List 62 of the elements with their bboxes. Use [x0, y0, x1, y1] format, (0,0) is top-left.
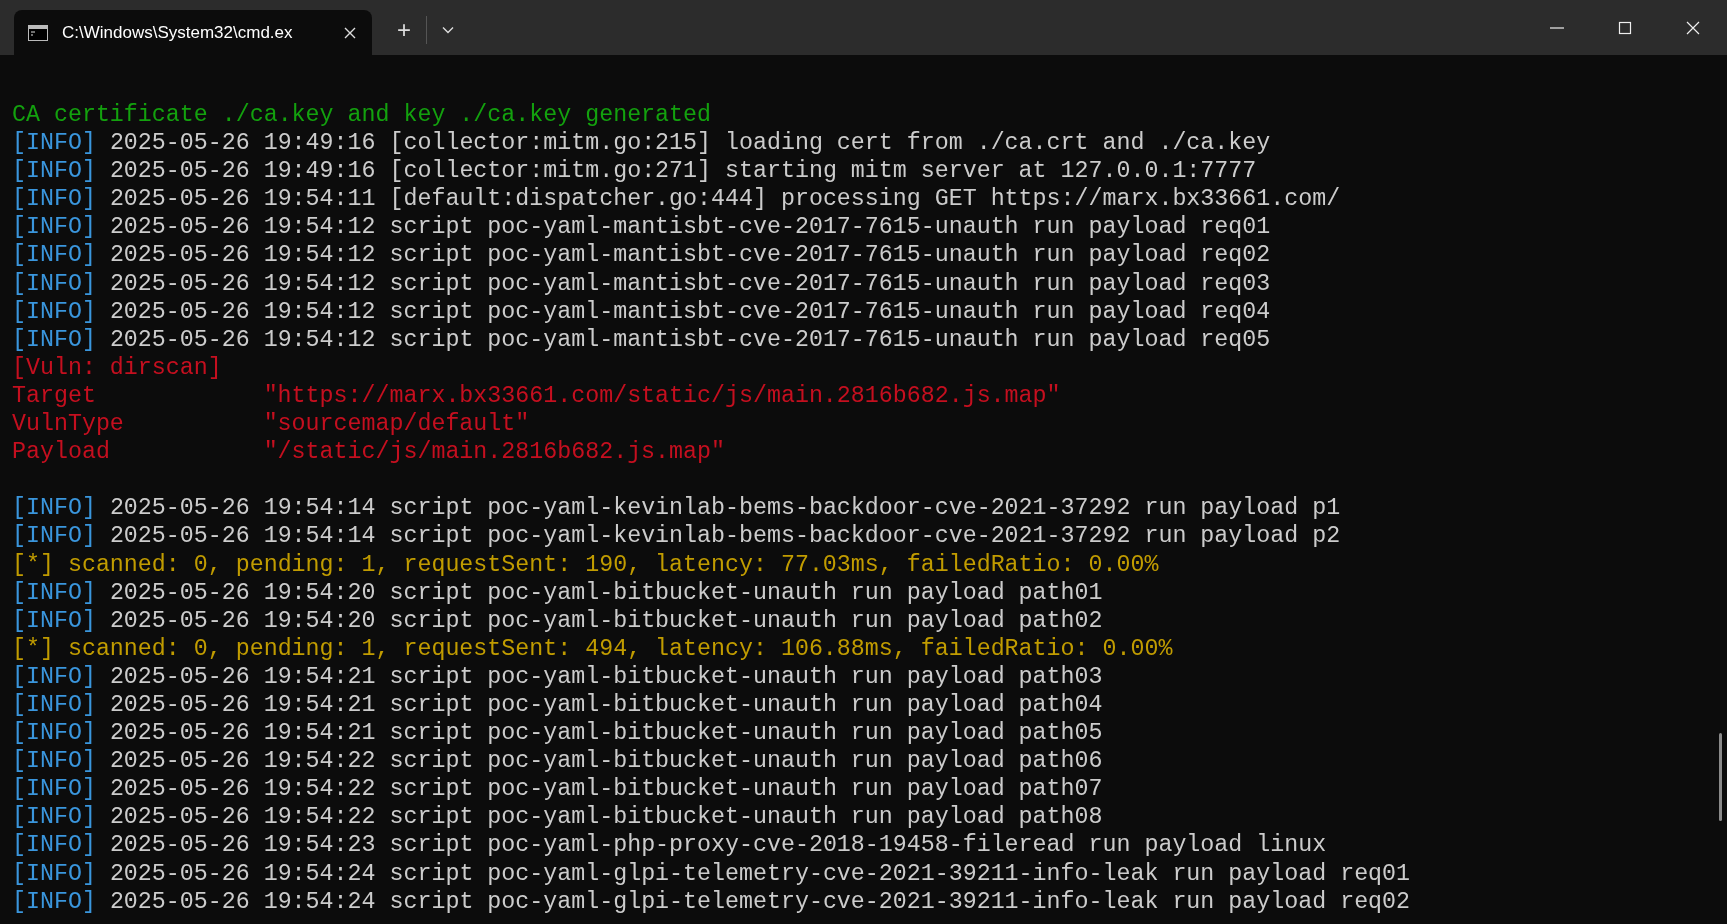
log-level-tag: [INFO]: [12, 607, 96, 634]
log-message: 2025-05-26 19:54:20 script poc-yaml-bitbucket-unauth run payload path01: [109, 579, 1103, 606]
log-level-tag: [INFO]: [12, 326, 96, 353]
log-message: 2025-05-26 19:54:14 script poc-yaml-kevinlab-bems-backdoor-cve-2021-37292 run payload p1: [109, 495, 1341, 522]
log-message: 2025-05-26 19:54:22 script poc-yaml-bitbucket-unauth run payload path06: [109, 748, 1103, 775]
close-icon: [344, 26, 356, 39]
tab-title: C:\Windows\System32\cmd.ex: [62, 22, 294, 43]
log-message: 2025-05-26 19:54:21 script poc-yaml-bitbucket-unauth run payload path04: [109, 691, 1103, 718]
log-level-tag: [INFO]: [12, 242, 96, 269]
log-level-tag: [INFO]: [12, 579, 96, 606]
chevron-down-icon: [442, 26, 454, 34]
log-level-tag: [INFO]: [12, 523, 96, 550]
log-level-tag: [INFO]: [12, 298, 96, 325]
log-message: 2025-05-26 19:54:22 script poc-yaml-bitbucket-unauth run payload path07: [109, 776, 1103, 803]
log-level-tag: [INFO]: [12, 691, 96, 718]
minimize-icon: [1550, 26, 1564, 29]
field-value: "https://marx.bx33661.com/static/js/main.2816b682.js.map": [263, 382, 1061, 409]
log-message: 2025-05-26 19:49:16 [collector:mitm.go:215] loading cert from ./ca.crt and ./ca.key: [109, 130, 1271, 157]
log-message: 2025-05-26 19:54:23 script poc-yaml-php-proxy-cve-2018-19458-fileread run payload linux: [109, 832, 1327, 859]
new-tab-button[interactable]: +: [386, 13, 422, 47]
field-value: "/static/js/main.2816b682.js.map": [263, 439, 725, 466]
log-message: 2025-05-26 19:49:16 [collector:mitm.go:271] starting mitm server at 127.0.0.1:7777: [109, 158, 1257, 185]
log-level-tag: [INFO]: [12, 776, 96, 803]
log-message: 2025-05-26 19:54:12 script poc-yaml-mantisbt-cve-2017-7615-unauth run payload req01: [109, 214, 1271, 241]
status-line: [*] scanned: 0, pending: 1, requestSent: 190, latency: 77.03ms, failedRatio: 0.00%: [12, 551, 1159, 578]
log-level-tag: [INFO]: [12, 748, 96, 775]
log-level-tag: [INFO]: [12, 130, 96, 157]
close-icon: [1686, 20, 1700, 35]
log-level-tag: [INFO]: [12, 214, 96, 241]
log-level-tag: [INFO]: [12, 860, 96, 887]
log-message: 2025-05-26 19:54:12 script poc-yaml-mantisbt-cve-2017-7615-unauth run payload req03: [109, 270, 1271, 297]
log-message: 2025-05-26 19:54:11 [default:dispatcher.go:444] processing GET https://marx.bx33661.com/: [109, 186, 1341, 213]
log-message: 2025-05-26 19:54:12 script poc-yaml-mantisbt-cve-2017-7615-unauth run payload req02: [109, 242, 1271, 269]
log-level-tag: [INFO]: [12, 158, 96, 185]
log-message: 2025-05-26 19:54:20 script poc-yaml-bitbucket-unauth run payload path02: [109, 607, 1103, 634]
log-level-tag: [INFO]: [12, 832, 96, 859]
terminal-icon: [28, 24, 48, 41]
log-line: CA certificate ./ca.key and key ./ca.key generated: [12, 102, 712, 128]
log-message: 2025-05-26 19:54:14 script poc-yaml-kevinlab-bems-backdoor-cve-2021-37292 run payload p2: [109, 523, 1341, 550]
maximize-icon: [1618, 20, 1632, 35]
vuln-header: [Vuln: dirscan]: [12, 354, 222, 381]
log-level-tag: [INFO]: [12, 888, 96, 915]
log-level-tag: [INFO]: [12, 804, 96, 831]
log-message: 2025-05-26 19:54:12 script poc-yaml-mantisbt-cve-2017-7615-unauth run payload req05: [109, 326, 1271, 353]
log-message: 2025-05-26 19:54:21 script poc-yaml-bitbucket-unauth run payload path05: [109, 720, 1103, 747]
field-value: "sourcemap/default": [263, 411, 530, 438]
log-message: 2025-05-26 19:54:24 script poc-yaml-glpi-telemetry-cve-2021-39211-info-leak run payload req02: [109, 888, 1411, 915]
log-level-tag: [INFO]: [12, 270, 96, 297]
log-message: 2025-05-26 19:54:12 script poc-yaml-mantisbt-cve-2017-7615-unauth run payload req04: [109, 298, 1271, 325]
log-message: 2025-05-26 19:54:24 script poc-yaml-glpi-telemetry-cve-2021-39211-info-leak run payload req01: [109, 860, 1411, 887]
field-label: VulnType: [12, 410, 125, 439]
log-level-tag: [INFO]: [12, 663, 96, 690]
terminal-tab[interactable]: C:\Windows\System32\cmd.ex: [14, 10, 372, 55]
status-line: [*] scanned: 0, pending: 1, requestSent: 494, latency: 106.88ms, failedRatio: 0.00%: [12, 635, 1173, 662]
log-message: 2025-05-26 19:54:22 script poc-yaml-bitbucket-unauth run payload path08: [109, 804, 1103, 831]
log-level-tag: [INFO]: [12, 495, 96, 522]
field-label: Payload: [12, 438, 111, 467]
scrollbar-thumb[interactable]: [1719, 733, 1722, 821]
log-level-tag: [INFO]: [12, 186, 96, 213]
log-message: 2025-05-26 19:54:21 script poc-yaml-bitbucket-unauth run payload path03: [109, 663, 1103, 690]
field-label: Target: [12, 381, 97, 411]
log-level-tag: [INFO]: [12, 720, 96, 747]
